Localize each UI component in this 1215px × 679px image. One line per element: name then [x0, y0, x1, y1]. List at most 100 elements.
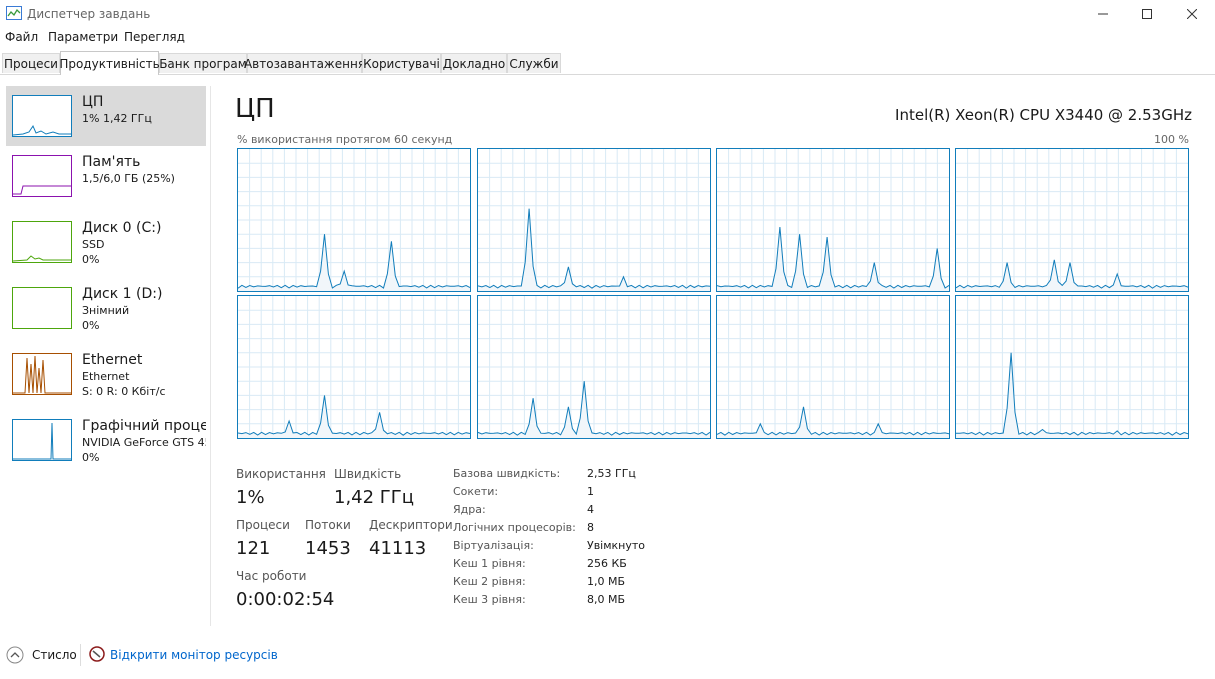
menu-file[interactable]: Файл — [5, 30, 38, 44]
menu-view[interactable]: Перегляд — [124, 30, 185, 44]
l1-cache-label: Кеш 1 рівня: — [453, 557, 526, 570]
sidebar-title: Диск 0 (C:) — [82, 220, 162, 236]
logical-cpu-graph-3 — [955, 148, 1189, 292]
sidebar-value: 0% — [82, 253, 100, 266]
l3-cache-value: 8,0 МБ — [587, 593, 626, 606]
minimize-icon — [1098, 13, 1108, 15]
sidebar-value: 0% — [82, 319, 100, 332]
fewer-details-link[interactable]: Стисло — [32, 648, 77, 662]
tab-startup[interactable]: Автозавантаження — [244, 53, 365, 73]
cpu-graph-plot — [478, 296, 710, 438]
logical-cpu-graph-0 — [237, 148, 471, 292]
sidebar-item-memory[interactable]: Пам'ять 1,5/6,0 ГБ (25%) — [6, 146, 206, 206]
l3-cache-label: Кеш 3 рівня: — [453, 593, 526, 606]
processes-label: Процеси — [236, 518, 290, 532]
tab-details[interactable]: Докладно — [441, 53, 507, 73]
usage-value: 1% — [236, 487, 265, 508]
sidebar-divider — [210, 86, 211, 626]
sidebar-title: Пам'ять — [82, 154, 141, 170]
sidebar-item-cpu[interactable]: ЦП 1% 1,42 ГГц — [6, 86, 206, 146]
sidebar-subtitle: 1,5/6,0 ГБ (25%) — [82, 172, 175, 185]
sidebar-subtitle: 1% 1,42 ГГц — [82, 112, 152, 125]
l2-cache-label: Кеш 2 рівня: — [453, 575, 526, 588]
tab-performance[interactable]: Продуктивність — [59, 51, 160, 75]
sidebar-title: Графічний процесор — [82, 418, 206, 434]
tab-users[interactable]: Користувачі — [362, 53, 441, 73]
sockets-value: 1 — [587, 485, 594, 498]
sidebar-item-disk1[interactable]: Диск 1 (D:) Знімний 0% — [6, 278, 206, 338]
logical-cpu-graph-7 — [955, 295, 1189, 439]
resource-monitor-icon — [89, 646, 105, 662]
speed-label: Швидкість — [334, 467, 402, 481]
virtualization-label: Віртуалізація: — [453, 539, 534, 552]
threads-label: Потоки — [305, 518, 351, 532]
logical-cpu-graph-1 — [477, 148, 711, 292]
tab-services[interactable]: Служби — [507, 53, 561, 73]
virtualization-value: Увімкнуто — [587, 539, 646, 552]
tab-bar: Процеси Продуктивність Банк програм Авто… — [0, 51, 1215, 75]
sockets-label: Сокети: — [453, 485, 499, 498]
sidebar-item-ethernet[interactable]: Ethernet Ethernet S: 0 R: 0 Кбіт/с — [6, 344, 206, 404]
handles-value: 41113 — [369, 538, 427, 559]
cpu-graph-plot — [717, 296, 949, 438]
cpu-graph-plot — [238, 149, 470, 291]
cpu-graph-plot — [956, 296, 1188, 438]
threads-value: 1453 — [305, 538, 351, 559]
usage-label: Використання — [236, 467, 326, 481]
cpu-graph-grid — [237, 148, 1191, 442]
sidebar-item-disk0[interactable]: Диск 0 (C:) SSD 0% — [6, 212, 206, 272]
base-speed-value: 2,53 ГГц — [587, 467, 636, 480]
menu-options[interactable]: Параметри — [48, 30, 118, 44]
title-bar: Диспетчер завдань — [0, 0, 1215, 28]
logical-processors-value: 8 — [587, 521, 594, 534]
sidebar-subtitle: SSD — [82, 238, 105, 251]
open-resource-monitor-link[interactable]: Відкрити монітор ресурсів — [110, 648, 278, 662]
graph-caption: % використання протягом 60 секунд — [237, 133, 453, 146]
cpu-graph-plot — [956, 149, 1188, 291]
logical-processors-label: Логічних процесорів: — [453, 521, 576, 534]
processes-value: 121 — [236, 538, 271, 559]
maximize-button[interactable] — [1127, 0, 1167, 28]
logical-cpu-graph-5 — [477, 295, 711, 439]
memory-thumb-graph — [12, 155, 72, 197]
cpu-graph-plot — [238, 296, 470, 438]
maximize-icon — [1142, 9, 1152, 19]
resource-sidebar: ЦП 1% 1,42 ГГц Пам'ять 1,5/6,0 ГБ (25%) … — [0, 86, 210, 626]
tab-processes[interactable]: Процеси — [2, 53, 60, 73]
logical-cpu-graph-6 — [716, 295, 950, 439]
cores-value: 4 — [587, 503, 594, 516]
sidebar-subtitle: Ethernet — [82, 370, 130, 383]
footer-divider — [80, 644, 81, 666]
sidebar-subtitle: Знімний — [82, 304, 130, 317]
uptime-label: Час роботи — [236, 569, 307, 583]
close-button[interactable] — [1172, 0, 1212, 28]
cores-label: Ядра: — [453, 503, 486, 516]
cpu-graph-plot — [717, 149, 949, 291]
sidebar-value: 0% — [82, 451, 100, 464]
graph-max-label: 100 % — [1154, 133, 1189, 146]
page-title: ЦП — [235, 94, 275, 124]
minimize-button[interactable] — [1083, 0, 1123, 28]
logical-cpu-graph-4 — [237, 295, 471, 439]
close-icon — [1187, 9, 1197, 19]
sidebar-value: S: 0 R: 0 Кбіт/с — [82, 385, 166, 398]
cpu-graph-plot — [478, 149, 710, 291]
disk0-thumb-graph — [12, 221, 72, 263]
sidebar-subtitle: NVIDIA GeForce GTS 450 — [82, 436, 206, 449]
cpu-model: Intel(R) Xeon(R) CPU X3440 @ 2.53GHz — [895, 106, 1192, 124]
uptime-value: 0:00:02:54 — [236, 589, 335, 610]
l2-cache-value: 1,0 МБ — [587, 575, 626, 588]
sidebar-title: Ethernet — [82, 352, 143, 368]
cpu-thumb-graph — [12, 95, 72, 137]
speed-value: 1,42 ГГц — [334, 487, 415, 508]
sidebar-item-gpu[interactable]: Графічний процесор NVIDIA GeForce GTS 45… — [6, 410, 206, 470]
tab-app-history[interactable]: Банк програм — [159, 53, 247, 73]
task-manager-icon — [6, 6, 22, 20]
collapse-chevron-icon[interactable] — [6, 646, 24, 664]
logical-cpu-graph-2 — [716, 148, 950, 292]
base-speed-label: Базова швидкість: — [453, 467, 561, 480]
gpu-thumb-graph — [12, 419, 72, 461]
footer-bar: Стисло Відкрити монітор ресурсів — [0, 640, 1215, 670]
sidebar-title: Диск 1 (D:) — [82, 286, 163, 302]
handles-label: Дескриптори — [369, 518, 453, 532]
